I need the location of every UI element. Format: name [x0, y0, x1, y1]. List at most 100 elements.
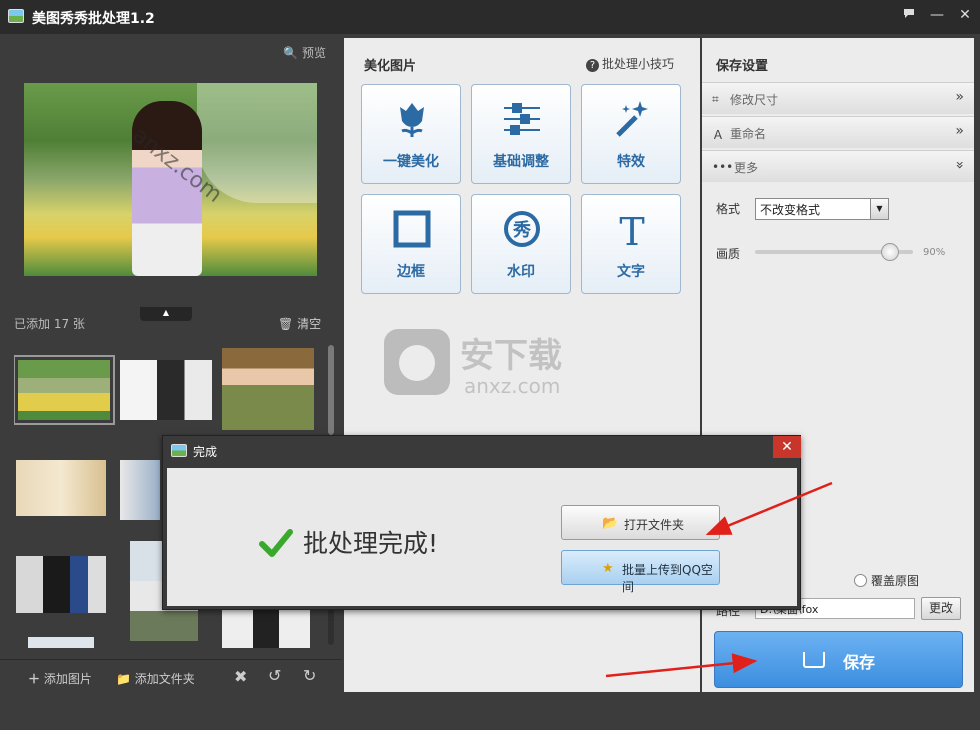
tool-label: 基础调整 — [493, 154, 549, 170]
left-toolbar: ＋ 添加图片 📁 添加文件夹 ✖ ↺ ↻ — [0, 659, 342, 692]
app-icon — [8, 9, 24, 23]
svg-text:秀: 秀 — [512, 220, 531, 241]
section-label: 修改尺寸 — [730, 93, 779, 107]
rotate-left-icon[interactable]: ↺ — [268, 666, 281, 685]
watermark-stamp-icon: 秀 — [504, 211, 540, 247]
text-t-icon: T — [619, 210, 644, 249]
minimize-button[interactable]: — — [924, 4, 950, 26]
thumbnail-item[interactable] — [222, 348, 314, 430]
beautify-title: 美化图片 — [364, 59, 417, 74]
tool-auto-beautify[interactable]: 一键美化 — [361, 84, 461, 184]
quality-slider[interactable] — [755, 243, 913, 261]
help-icon: ? — [586, 59, 599, 72]
expand-chevron-icon: » — [955, 89, 964, 105]
tulip-icon — [400, 103, 424, 137]
add-folder-label: 添加文件夹 — [134, 672, 195, 686]
folder-icon: 📁 — [116, 672, 131, 686]
dropdown-arrow-icon: ▼ — [870, 199, 888, 219]
checkmark-icon — [259, 529, 293, 557]
star-icon: ★ — [602, 561, 614, 576]
watermark-brand: 安下载 — [460, 336, 562, 376]
quality-value: 90% — [923, 247, 946, 258]
thumbnail-item[interactable] — [16, 556, 106, 613]
delete-icon[interactable]: ✖ — [234, 667, 247, 686]
collapse-preview-handle[interactable]: ▲ — [140, 307, 192, 321]
clear-label: 清空 — [297, 317, 322, 331]
thumbnail-item[interactable] — [120, 360, 212, 420]
tips-label: 批处理小技巧 — [602, 57, 675, 71]
thumbnail-item[interactable] — [28, 637, 94, 648]
preview-label: 预览 — [301, 46, 326, 60]
overwrite-label: 覆盖原图 — [871, 574, 920, 588]
section-more[interactable]: ••• 更多 » — [702, 150, 974, 182]
overwrite-radio[interactable] — [854, 574, 867, 587]
preview-image: anxz.com — [24, 83, 317, 276]
tool-basic-adjust[interactable]: 基础调整 — [471, 84, 571, 184]
feedback-icon[interactable] — [896, 4, 922, 26]
tool-label: 一键美化 — [383, 154, 439, 170]
expand-chevron-icon: » — [955, 123, 964, 139]
tool-frame[interactable]: 边框 — [361, 194, 461, 294]
trash-icon: 🗑 — [278, 317, 294, 331]
section-rename[interactable]: Ａ 重命名 » — [702, 116, 974, 148]
section-resize[interactable]: ⌗ 修改尺寸 » — [702, 82, 974, 114]
thumbnail-item[interactable] — [120, 460, 160, 520]
open-folder-label: 打开文件夹 — [624, 518, 685, 532]
title-bar: 美图秀秀批处理1.2 — ✕ — [0, 0, 980, 34]
added-count-label: 已添加 17 张 — [14, 317, 85, 331]
clear-button[interactable]: 🗑 清空 — [278, 315, 321, 332]
thumbnail-item[interactable] — [16, 460, 106, 516]
dialog-body: 批处理完成! 📂 打开文件夹 ★ 批量上传到QQ空间 — [167, 468, 797, 606]
rotate-right-icon[interactable]: ↻ — [303, 666, 316, 685]
add-image-button[interactable]: ＋ 添加图片 — [28, 670, 92, 687]
crop-icon: ⌗ — [712, 92, 719, 106]
dialog-close-button[interactable]: ✕ — [773, 436, 801, 458]
preview-button[interactable]: 🔍 预览 — [283, 44, 326, 61]
more-dots-icon: ••• — [712, 160, 734, 174]
app-window: 美图秀秀批处理1.2 — ✕ 🔍 预览 anxz.com ▲ 已添加 17 张 … — [0, 0, 980, 730]
dialog-app-icon — [171, 444, 187, 457]
save-settings-title: 保存设置 — [716, 59, 769, 74]
folder-open-icon: 📂 — [602, 516, 619, 531]
save-label: 保存 — [843, 653, 876, 672]
plus-icon: ＋ — [28, 672, 41, 686]
tool-label: 特效 — [617, 154, 645, 170]
tips-link[interactable]: ? 批处理小技巧 — [586, 55, 674, 72]
sliders-icon — [504, 103, 540, 135]
completion-message: 批处理完成! — [303, 529, 439, 558]
save-button[interactable]: 保存 — [714, 631, 963, 688]
watermark-url: anxz.com — [464, 374, 560, 398]
open-folder-button[interactable]: 📂 打开文件夹 — [561, 505, 720, 540]
add-image-label: 添加图片 — [43, 672, 92, 686]
tool-label: 边框 — [397, 264, 425, 280]
save-tray-icon — [803, 652, 825, 668]
upload-qq-label: 批量上传到QQ空间 — [622, 563, 713, 594]
collapse-chevron-icon: » — [951, 160, 968, 170]
dialog-title: 完成 — [193, 445, 218, 459]
completion-dialog: 完成 ✕ 批处理完成! 📂 打开文件夹 ★ 批量上传到QQ空间 — [162, 435, 801, 610]
scrollbar-thumb[interactable] — [328, 345, 334, 435]
tool-watermark[interactable]: 秀 水印 — [471, 194, 571, 294]
add-folder-button[interactable]: 📁 添加文件夹 — [116, 670, 195, 687]
tool-label: 文字 — [617, 264, 645, 280]
tool-label: 水印 — [507, 264, 535, 280]
format-select[interactable]: 不改变格式 ▼ — [755, 198, 889, 220]
format-label: 格式 — [716, 202, 741, 216]
upload-qq-button[interactable]: ★ 批量上传到QQ空间 — [561, 550, 720, 594]
section-label: 更多 — [734, 161, 759, 175]
tool-effects[interactable]: 特效 — [581, 84, 681, 184]
quality-slider-thumb[interactable] — [881, 243, 899, 261]
frame-icon — [393, 210, 431, 248]
site-watermark: 安下载 anxz.com — [384, 329, 562, 398]
close-window-button[interactable]: ✕ — [952, 4, 978, 26]
window-title: 美图秀秀批处理1.2 — [32, 11, 155, 27]
thumbnail-item[interactable] — [14, 355, 115, 425]
overwrite-original-option[interactable]: 覆盖原图 — [854, 572, 919, 589]
preview-icon: 🔍 — [283, 46, 299, 60]
magic-wand-icon — [616, 101, 648, 137]
change-path-button[interactable]: 更改 — [921, 597, 961, 620]
rename-icon: Ａ — [712, 128, 725, 142]
format-value: 不改变格式 — [760, 203, 821, 217]
section-label: 重命名 — [730, 127, 767, 141]
tool-text[interactable]: T 文字 — [581, 194, 681, 294]
